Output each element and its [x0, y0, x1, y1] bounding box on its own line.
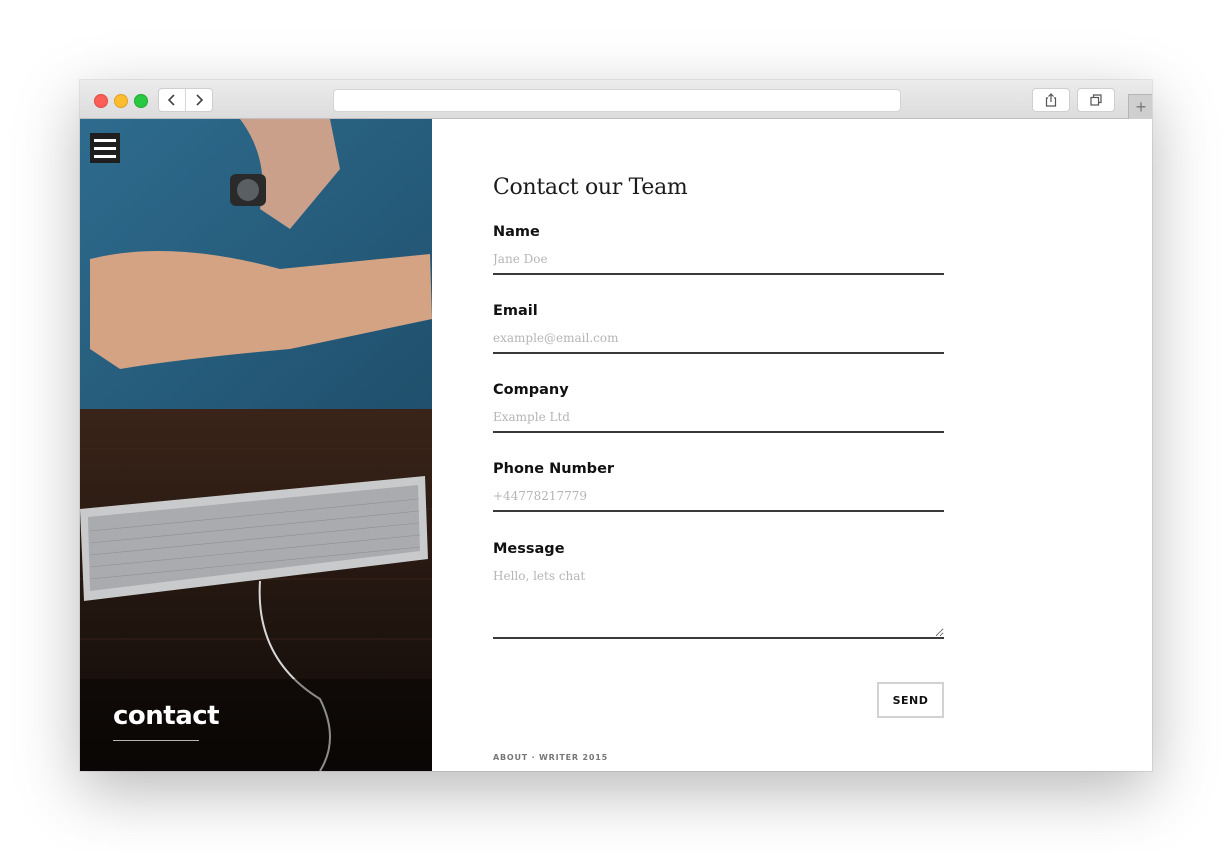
chevron-left-icon [167, 94, 175, 106]
company-field-group: Company [493, 382, 944, 433]
hamburger-menu-button[interactable] [90, 133, 120, 163]
show-tabs-button[interactable] [1077, 88, 1115, 112]
forward-button[interactable] [185, 89, 212, 111]
browser-toolbar: + [80, 80, 1152, 119]
message-field-group: Message [493, 541, 944, 639]
email-label: Email [493, 303, 538, 319]
phone-field-group: Phone Number [493, 461, 944, 512]
tabs-overview-icon [1090, 94, 1102, 106]
company-input[interactable] [493, 404, 944, 433]
phone-input[interactable] [493, 483, 944, 512]
chevron-right-icon [196, 94, 204, 106]
history-nav [158, 88, 213, 112]
email-field-group: Email [493, 303, 944, 354]
browser-window: + contact Contact our Team Name Jane Doe… [80, 80, 1152, 771]
page-content: contact Contact our Team Name Email Comp… [80, 119, 1152, 771]
minimize-window-button[interactable] [114, 94, 128, 108]
share-icon [1045, 93, 1057, 107]
name-input[interactable] [493, 246, 944, 275]
hero-title-underline [113, 740, 199, 741]
form-title: Contact our Team [493, 175, 688, 200]
name-label: Name [493, 224, 540, 240]
message-textarea[interactable] [493, 563, 944, 639]
close-window-button[interactable] [94, 94, 108, 108]
send-button[interactable]: SEND [877, 682, 944, 718]
new-tab-button[interactable]: + [1128, 94, 1152, 119]
maximize-window-button[interactable] [134, 94, 148, 108]
address-bar[interactable] [333, 89, 901, 112]
footer-text: ABOUT · WRITER 2015 [493, 753, 608, 762]
hero-title: contact [113, 701, 220, 731]
email-input[interactable] [493, 325, 944, 354]
hero-photo [80, 119, 432, 771]
name-field-group: Name [493, 224, 944, 275]
phone-label: Phone Number [493, 461, 615, 477]
hero-image-panel: contact [80, 119, 432, 771]
back-button[interactable] [159, 89, 185, 111]
message-label: Message [493, 541, 565, 557]
share-button[interactable] [1032, 88, 1070, 112]
company-label: Company [493, 382, 569, 398]
contact-form-panel: Contact our Team Name Email Company Phon… [433, 119, 1152, 771]
